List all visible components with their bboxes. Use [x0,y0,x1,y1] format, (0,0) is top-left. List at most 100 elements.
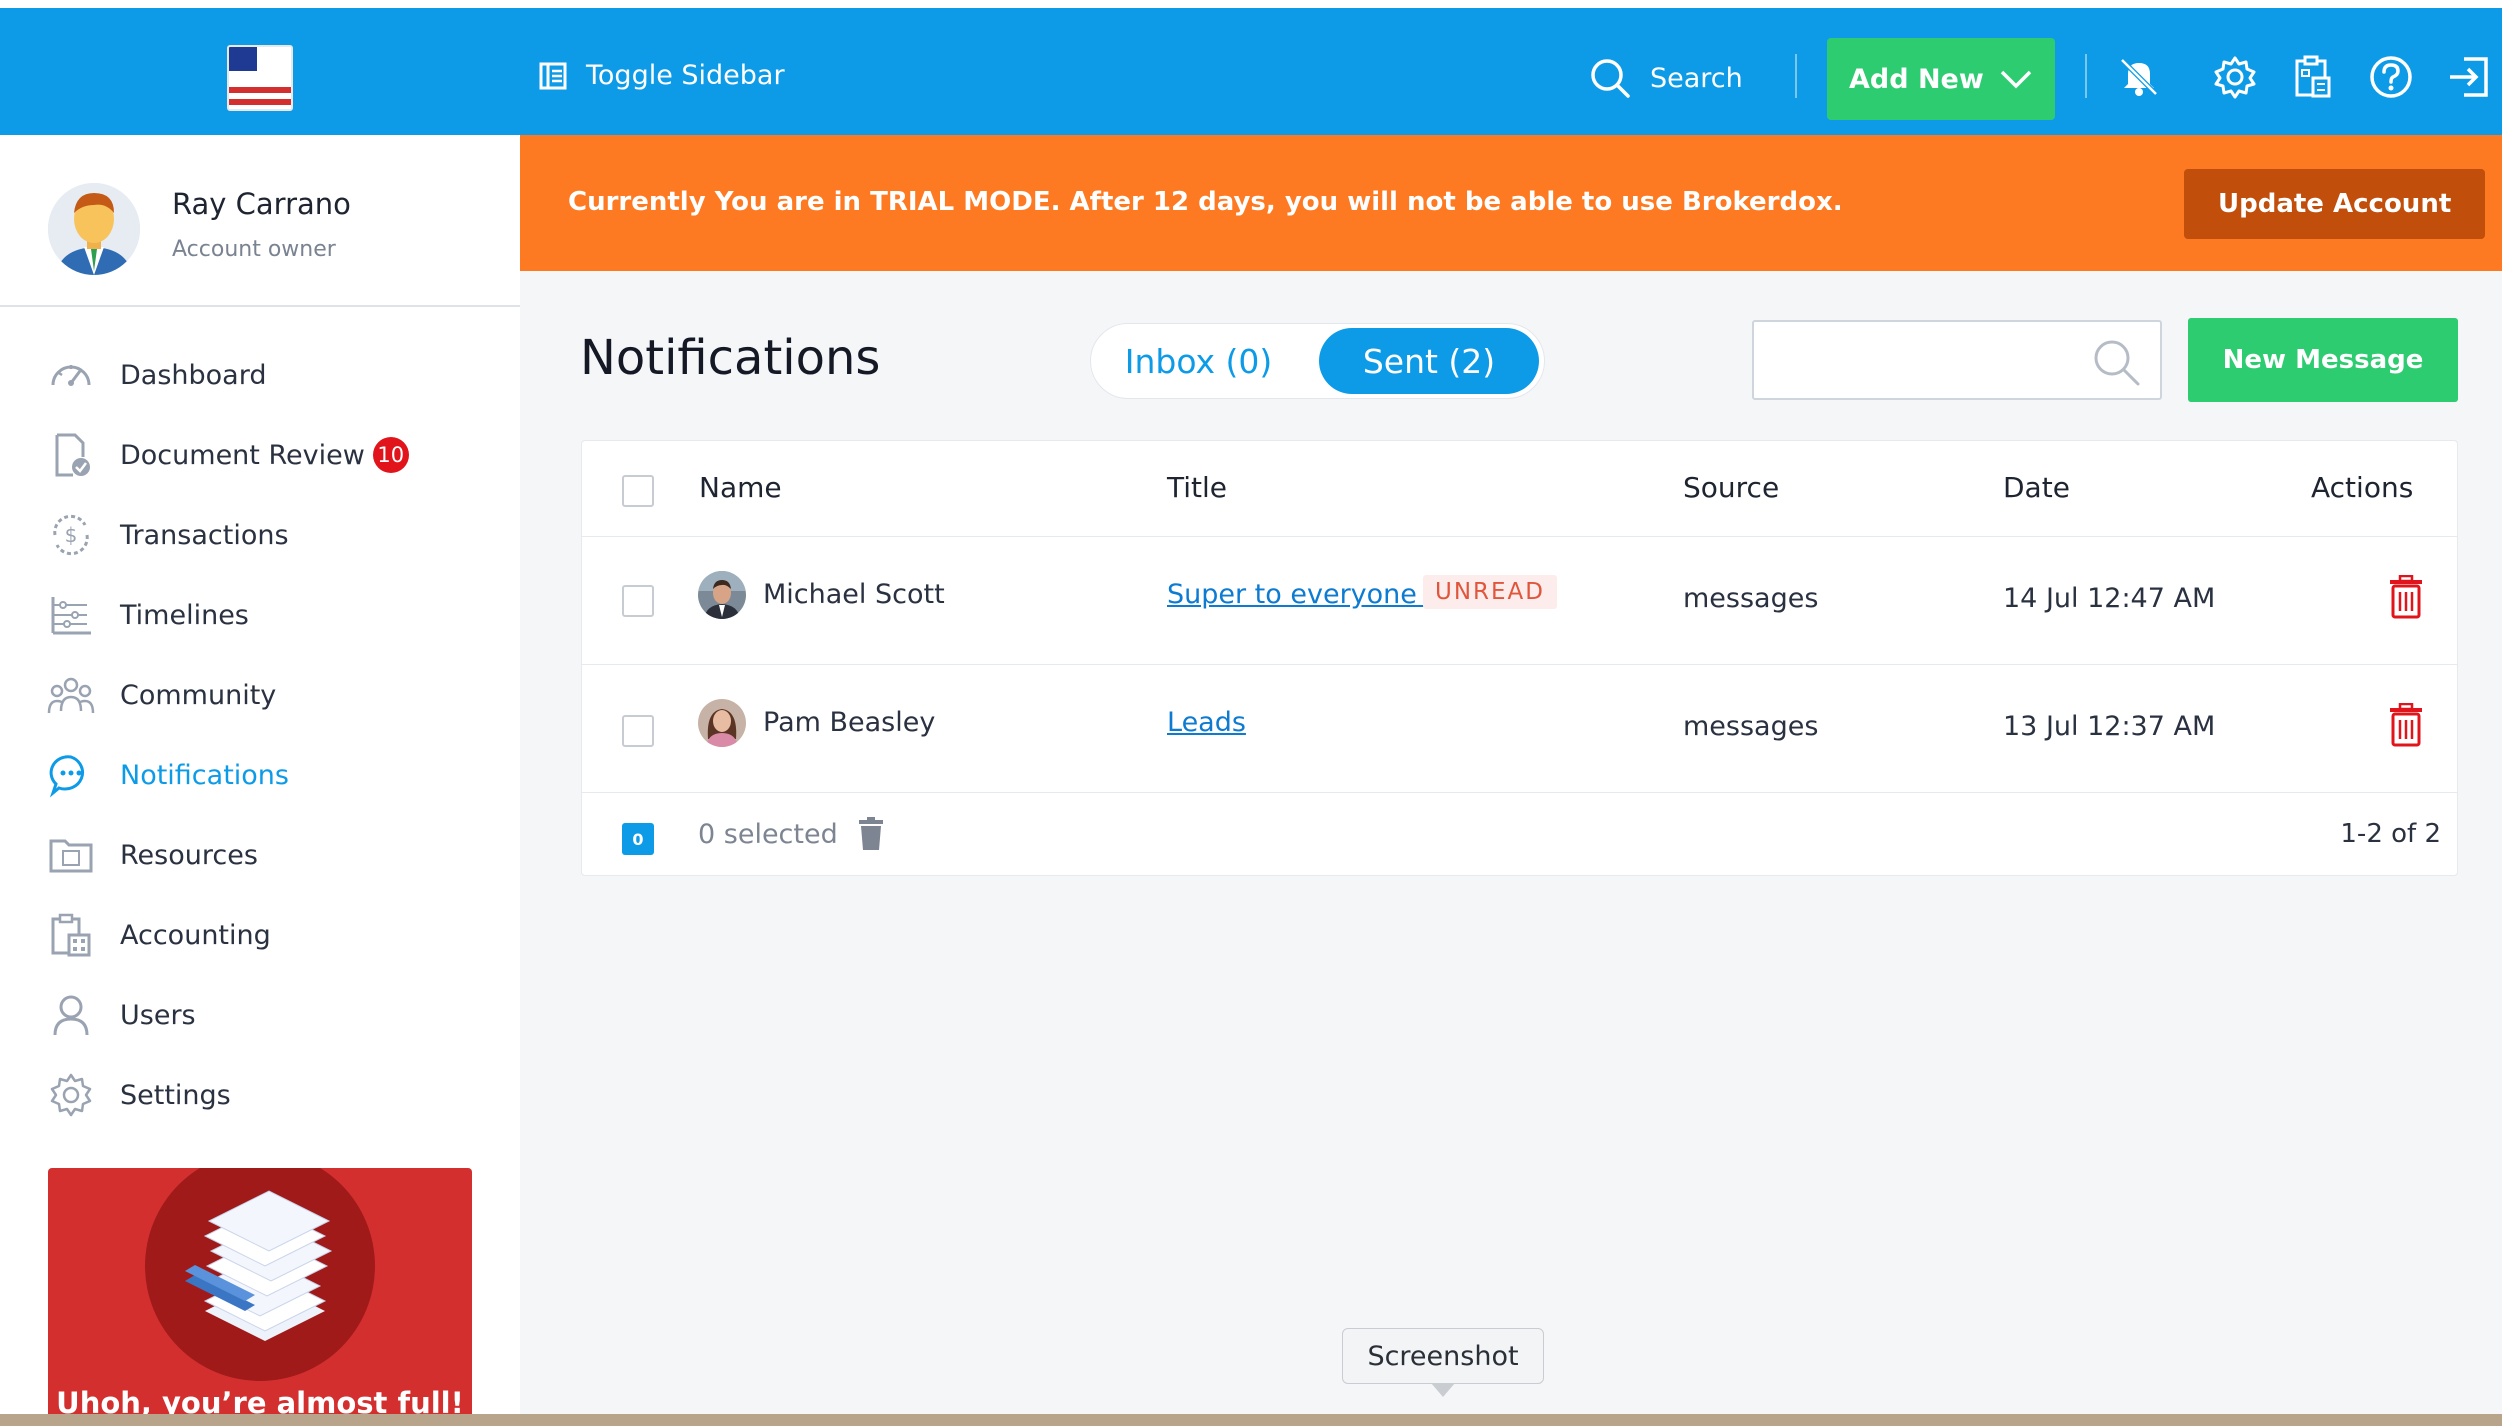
logo-stripe [229,99,291,105]
paper-stack-illustration [185,1190,333,1341]
sidebar-item-accounting[interactable]: Accounting [0,895,520,975]
column-title: Title [1167,471,1228,504]
add-new-button[interactable]: Add New [1827,38,2055,120]
gear-icon [2214,56,2256,99]
notifications-table: Name Title Source Date Actions Michael S… [581,440,2458,876]
table-footer: 0 0 selected 1-2 of 2 [582,793,2457,877]
notifications-muted-button[interactable] [2116,54,2162,100]
sidebar-item-document-review[interactable]: Document Review 10 [0,415,520,495]
row-title-link[interactable]: Leads [1167,707,1246,738]
settings-button[interactable] [2212,54,2258,100]
sidebar-item-timelines[interactable]: Timelines [0,575,520,655]
delete-icon[interactable] [2386,703,2426,747]
review-count-badge: 10 [372,437,409,473]
header-search-label: Search [1650,62,1743,94]
screenshot-tooltip: Screenshot [1342,1328,1544,1384]
sidebar-item-notifications[interactable]: Notifications [0,735,520,815]
svg-text:$: $ [65,523,78,547]
top-header: Toggle Sidebar Search Add New [0,8,2502,135]
logout-button[interactable] [2446,54,2492,100]
sidebar-item-resources[interactable]: Resources [0,815,520,895]
document-check-icon [46,430,96,480]
table-header-row: Name Title Source Date Actions [582,441,2457,537]
sidebar: Ray Carrano Account owner Dashboard Docu… [0,135,520,1426]
sidebar-item-label: Community [120,679,277,711]
tab-sent[interactable]: Sent (2) [1319,328,1539,394]
sidebar-item-label: Document Review [120,439,365,471]
storage-promo-card[interactable]: Uhoh, you’re almost full! [48,1168,472,1426]
selected-count-badge[interactable]: 0 [622,823,654,855]
avatar [698,699,746,747]
trial-message: Currently You are in TRIAL MODE. After 1… [568,187,1843,217]
user-icon [46,990,96,1040]
user-avatar-illustration [48,183,140,275]
row-name: Pam Beasley [763,707,936,738]
search-icon [1591,59,1630,98]
header-search-button[interactable]: Search [1588,56,1743,100]
sidebar-item-settings[interactable]: Settings [0,1055,520,1135]
search-icon [2094,340,2140,386]
row-date: 14 Jul 12:47 AM [2003,583,2216,614]
sidebar-item-transactions[interactable]: $ Transactions [0,495,520,575]
page-title: Notifications [580,330,881,386]
toggle-sidebar-label: Toggle Sidebar [586,60,785,91]
row-checkbox[interactable] [622,585,654,617]
update-account-button[interactable]: Update Account [2184,169,2486,239]
calculator-button[interactable] [2290,54,2336,100]
sidebar-item-label: Accounting [120,919,271,951]
table-row[interactable]: Pam Beasley Leads messages 13 Jul 12:37 … [582,665,2457,793]
message-search-input[interactable] [1752,320,2162,400]
row-title-link[interactable]: Super to everyone [1167,579,1425,610]
column-actions: Actions [2311,471,2414,504]
calculator-icon [2295,55,2331,98]
new-message-button[interactable]: New Message [2188,318,2458,402]
column-source: Source [1683,471,1780,504]
background-strip [0,1414,2502,1426]
bulk-delete-icon[interactable] [858,817,884,851]
sidebar-item-label: Transactions [120,519,289,551]
select-all-checkbox[interactable] [622,475,654,507]
sidebar-item-dashboard[interactable]: Dashboard [0,335,520,415]
speedometer-icon [46,350,96,400]
help-icon [2370,56,2412,98]
app-logo[interactable] [227,45,293,111]
logo-stripe [229,87,291,93]
sidebar-item-label: Notifications [120,759,289,791]
column-date: Date [2003,471,2070,504]
promo-circle [145,1168,375,1381]
chat-bubble-icon [46,750,96,800]
pagination-info: 1-2 of 2 [2340,819,2441,849]
logo-flag-canton [229,47,257,71]
chevron-down-icon [2000,70,2032,89]
delete-icon[interactable] [2386,575,2426,619]
unread-badge: UNREAD [1423,575,1557,609]
gear-icon [46,1070,96,1120]
user-profile[interactable]: Ray Carrano Account owner [0,135,520,307]
bell-off-icon [2120,58,2158,96]
table-row[interactable]: Michael Scott Super to everyone UNREAD m… [582,537,2457,665]
sidebar-toggle-icon [539,62,567,89]
sidebar-item-label: Users [120,999,196,1031]
tab-inbox[interactable]: Inbox (0) [1111,328,1286,394]
header-divider [1795,54,1797,98]
top-strip [0,0,2502,8]
timeline-icon [46,590,96,640]
add-new-label: Add New [1849,63,1984,95]
avatar [48,183,140,275]
toggle-sidebar-button[interactable]: Toggle Sidebar [538,60,785,91]
sidebar-item-label: Resources [120,839,258,871]
sidebar-item-label: Dashboard [120,359,267,391]
calculator-doc-icon [46,910,96,960]
sidebar-item-users[interactable]: Users [0,975,520,1055]
row-date: 13 Jul 12:37 AM [2003,711,2216,742]
trial-banner: Currently You are in TRIAL MODE. After 1… [520,135,2502,271]
message-tabs: Inbox (0) Sent (2) [1090,323,1545,399]
folder-icon [46,830,96,880]
sidebar-item-community[interactable]: Community [0,655,520,735]
tooltip-pointer [1431,1383,1455,1397]
help-button[interactable] [2368,54,2414,100]
user-role: Account owner [172,237,336,262]
selected-text: 0 selected [698,819,838,850]
header-divider [2085,54,2087,98]
row-checkbox[interactable] [622,715,654,747]
